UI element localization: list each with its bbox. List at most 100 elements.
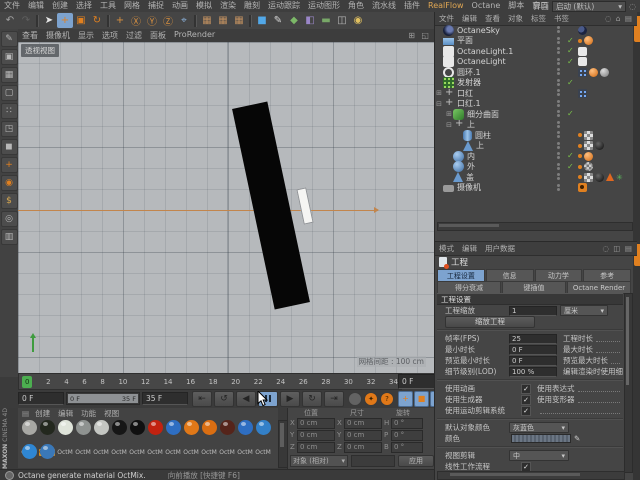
toolbar-button[interactable]: + [57,13,73,28]
object-name[interactable]: 圆环.1 [457,67,481,78]
material-thumbnail[interactable]: OctM [20,419,38,456]
left-toolbar-button[interactable]: ◼ [0,139,18,155]
viewport-menu-item[interactable]: 面板 [146,30,170,41]
enabled-check[interactable]: ✓ [567,78,574,87]
record-button[interactable]: ? [380,391,394,406]
expand-toggle-icon[interactable]: ⊞ [435,88,443,98]
material-thumbnail[interactable]: OctM [38,443,56,480]
menu-item[interactable]: 插件 [400,0,424,12]
object-tag-icon[interactable] [578,88,587,98]
attribute-manager-icons[interactable]: ◌ ◫ ▤ [603,244,638,253]
visibility-dots[interactable] [557,141,560,149]
visibility-dots[interactable] [557,36,560,44]
enabled-check[interactable]: ✓ [567,151,574,160]
object-manager-icons[interactable]: ◌ ⌂ ▤ [605,14,637,23]
enabled-check[interactable]: ✓ [567,46,574,55]
material-thumbnail[interactable]: OctM [128,419,146,456]
object-tag-icon[interactable] [584,36,593,46]
menu-item[interactable]: 创建 [48,0,72,12]
object-row[interactable]: OctaneLight.1 ✓ [435,45,633,57]
position-field[interactable]: 0 cm [297,441,335,453]
left-toolbar-button[interactable]: $ [0,193,18,209]
enabled-check[interactable]: ✓ [567,36,574,45]
visibility-dots[interactable] [557,26,560,33]
menu-item[interactable]: 捕捉 [144,0,168,12]
object-tag-icon[interactable] [578,175,582,180]
visibility-dots[interactable] [557,57,560,65]
visibility-dots[interactable] [557,131,560,138]
material-menu-item[interactable]: 编辑 [58,408,73,419]
object-row[interactable]: 圆柱 [435,129,633,141]
size-field[interactable]: 0 cm [344,429,382,441]
section-header[interactable]: 工程设置 [437,293,623,305]
object-tag-icon[interactable] [578,46,587,56]
visibility-dots[interactable] [557,120,560,128]
object-name[interactable]: OctaneSky [457,26,500,35]
start-frame-field[interactable]: 0 F [18,392,64,405]
object-tag-icon[interactable] [606,173,614,182]
toolbar-button[interactable]: Ⓧ [128,13,144,28]
left-toolbar-button[interactable]: + [0,157,18,173]
material-thumbnail[interactable]: OctM [74,419,92,456]
value-field[interactable]: 100 % [509,366,557,377]
material-thumbnail[interactable]: OctM [110,419,128,456]
object-menu-item[interactable]: 标签 [531,13,546,24]
previous-frame-button[interactable]: ◀ [236,390,256,407]
toolbar-button[interactable]: ✎ [270,13,286,28]
menu-item[interactable]: 运动跟踪 [264,0,304,12]
object-tag-icon[interactable] [595,172,604,182]
toolbar-button[interactable]: ◫ [334,13,350,28]
rotation-field[interactable]: 0 ° [391,429,423,441]
object-manager-scrollbar[interactable] [437,222,633,231]
layout-dropdown[interactable]: 启动 (默认) ▾ [552,1,627,12]
menu-item[interactable]: 脚本 [504,0,528,12]
keying-toggle[interactable]: ■ [414,390,429,407]
object-tag-icon[interactable] [584,151,593,161]
object-tag-icon[interactable] [578,67,587,77]
toolbar-button[interactable]: ▦ [215,13,231,28]
material-thumbnail[interactable]: OctM [200,419,218,456]
object-menu-item[interactable]: 文件 [439,13,454,24]
checkbox[interactable]: ✓ [521,405,531,416]
object-tag-icon[interactable] [578,183,587,193]
search-icon[interactable]: ◌ [629,2,636,11]
viewport[interactable]: 透视视图 网格间距 : 100 cm [18,42,434,373]
material-thumbnail[interactable]: OctM [92,419,110,456]
viewport-layout-icons[interactable]: ⊞ ◱ [408,31,434,40]
object-menu-item[interactable]: 查看 [485,13,500,24]
object-row[interactable]: 摄像机 [435,183,633,194]
menu-item[interactable]: 运动图形 [304,0,344,12]
material-thumbnail[interactable]: OctM [20,443,38,480]
menu-item[interactable]: 模拟 [192,0,216,12]
menu-item[interactable]: 编辑 [24,0,48,12]
object-row[interactable]: 盖 [435,172,633,183]
object-row[interactable]: ⊞ 口红 [435,87,633,99]
material-thumbnail[interactable]: OctM [146,419,164,456]
toolbar-button[interactable]: ◧ [302,13,318,28]
object-name[interactable]: 摄像机 [457,182,481,193]
toolbar-button[interactable]: ▦ [199,13,215,28]
object-row[interactable]: OctaneSky [435,25,633,36]
enabled-check[interactable]: ✓ [567,57,574,66]
object-name[interactable]: 口红.1 [457,98,481,109]
next-frame-button[interactable]: ▶ [280,390,300,407]
goto-end-button[interactable]: ⇥ [324,390,344,407]
visibility-dots[interactable] [557,162,560,170]
visibility-dots[interactable] [557,47,560,54]
toolbar-button[interactable] [107,14,110,27]
viewport-menu-item[interactable]: 过滤 [122,30,146,41]
toolbar-button[interactable]: ↻ [89,13,105,28]
material-thumbnail[interactable]: OctM [38,419,56,456]
object-name[interactable]: 外 [467,161,475,172]
left-toolbar-button[interactable]: ▥ [0,229,18,245]
object-row[interactable]: ⊞ 细分曲面 ✓ [435,108,633,120]
left-toolbar-button[interactable]: ◎ [0,211,18,227]
menu-item[interactable]: 雕刻 [240,0,264,12]
toolbar-button[interactable]: ↷ [18,13,34,28]
viewport-menu-item[interactable]: 显示 [74,30,98,41]
menu-item[interactable]: 流水线 [368,0,400,12]
object-tag-icon[interactable] [589,67,598,77]
area-light-object[interactable] [296,187,314,225]
object-row[interactable]: 发射器 ✓ [435,77,633,89]
object-tag-icon[interactable] [600,67,609,77]
